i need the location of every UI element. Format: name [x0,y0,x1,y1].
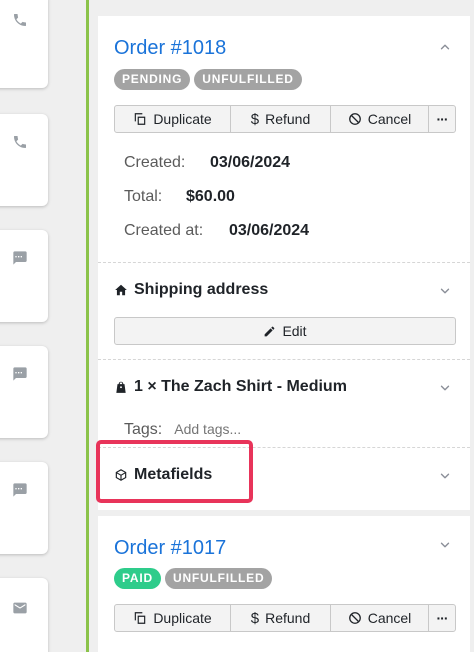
tags-label: Tags: [124,421,163,438]
total-row: Total: $60.00 [124,188,235,206]
order-title-link[interactable]: Order #1017 [114,537,226,560]
conversation-card[interactable] [0,346,48,438]
created-row: Created: 03/06/2024 [124,154,290,172]
active-divider [86,0,89,652]
refund-button[interactable]: $ Refund [231,605,331,631]
copy-icon [135,113,146,125]
conversation-card[interactable] [0,114,48,206]
refund-button[interactable]: $ Refund [231,106,331,132]
chevron-up-icon[interactable] [438,40,452,54]
tags-row: Tags: [124,421,325,439]
tags-input[interactable] [174,421,325,437]
chat-icon [13,367,27,381]
chevron-down-icon[interactable] [438,469,452,483]
created-at-value: 03/06/2024 [229,222,310,239]
home-icon [115,284,127,296]
status-badges: PAID UNFULFILLED [114,568,273,589]
chevron-down-icon[interactable] [438,284,452,298]
total-value: $60.00 [186,188,235,205]
duplicate-button[interactable]: Duplicate [115,605,231,631]
cancel-button[interactable]: Cancel [331,605,429,631]
section-divider [98,262,470,263]
order-title-link[interactable]: Order #1018 [114,37,226,60]
chevron-down-icon[interactable] [438,381,452,395]
total-label: Total: [124,188,163,205]
highlight-box [96,440,253,503]
cancel-button[interactable]: Cancel [331,106,429,132]
order-actions: Duplicate $ Refund Cancel ··· [114,105,456,133]
created-at-row: Created at: 03/06/2024 [124,222,309,240]
more-actions-button[interactable]: ··· [429,106,455,132]
section-divider [98,359,470,360]
created-label: Created: [124,154,186,171]
order-card: Order #1017 PAID UNFULFILLED Duplicate $… [98,516,470,652]
status-badge-unfulfilled: UNFULFILLED [164,568,273,589]
duplicate-button[interactable]: Duplicate [115,106,231,132]
created-value: 03/06/2024 [210,154,291,171]
order-card: Order #1018 PENDING UNFULFILLED Duplicat… [98,16,470,510]
phone-icon [14,14,26,26]
mail-icon [13,602,27,614]
order-actions: Duplicate $ Refund Cancel ··· [114,604,456,632]
shopping-bag-icon [116,381,126,393]
pencil-icon [265,326,275,336]
conversation-card[interactable] [0,0,48,88]
chat-icon [13,251,27,265]
ban-icon [348,113,361,125]
ban-icon [348,612,361,624]
conversation-card[interactable] [0,230,48,322]
status-badge-unfulfilled: UNFULFILLED [194,69,302,90]
shipping-address-header[interactable]: Shipping address [114,281,268,299]
more-actions-button[interactable]: ··· [429,605,455,631]
status-badge-pending: PENDING [114,69,191,90]
dollar-icon: $ [250,110,260,128]
created-at-label: Created at: [124,222,204,239]
phone-icon [14,136,26,148]
conversation-card[interactable] [0,578,48,652]
status-badge-paid: PAID [114,568,161,589]
conversation-card[interactable] [0,462,48,554]
dollar-icon: $ [250,609,260,627]
chat-icon [13,483,27,497]
line-item-header[interactable]: 1 × The Zach Shirt - Medium [114,378,347,396]
status-badges: PENDING UNFULFILLED [114,69,302,90]
conversation-list [0,0,50,652]
chevron-down-icon[interactable] [438,538,452,552]
edit-address-button[interactable]: Edit [114,317,456,345]
copy-icon [135,612,146,624]
